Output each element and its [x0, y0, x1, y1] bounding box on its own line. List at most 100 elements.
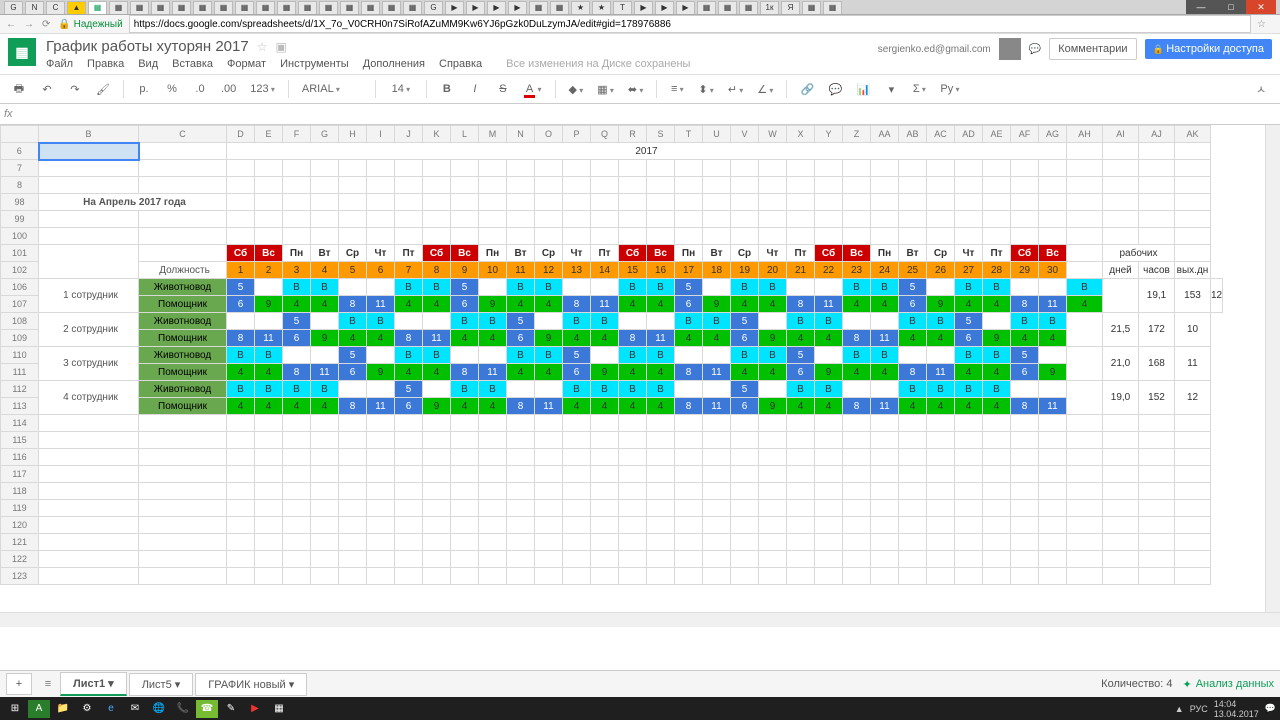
- cell[interactable]: [423, 381, 451, 398]
- cell[interactable]: 11: [367, 296, 395, 313]
- cell[interactable]: 4: [227, 398, 255, 415]
- cell[interactable]: 5: [955, 313, 983, 330]
- cell[interactable]: 12: [1175, 381, 1211, 415]
- cell[interactable]: [479, 228, 507, 245]
- fill-color-button[interactable]: ◆: [565, 81, 588, 98]
- cell[interactable]: [139, 551, 227, 568]
- merge-button[interactable]: ⬌: [624, 81, 647, 98]
- cell[interactable]: [39, 143, 139, 160]
- cell[interactable]: [563, 551, 591, 568]
- cell[interactable]: В: [983, 381, 1011, 398]
- cell[interactable]: [1103, 534, 1139, 551]
- cell[interactable]: [647, 449, 675, 466]
- cell[interactable]: [479, 568, 507, 585]
- cell[interactable]: 6: [899, 296, 927, 313]
- cell[interactable]: В: [955, 381, 983, 398]
- cell[interactable]: В: [339, 313, 367, 330]
- cell[interactable]: В: [507, 279, 535, 296]
- cell[interactable]: [39, 211, 139, 228]
- cell[interactable]: [479, 432, 507, 449]
- cell[interactable]: 4: [955, 364, 983, 381]
- cell[interactable]: [1039, 449, 1067, 466]
- cell[interactable]: [227, 211, 255, 228]
- cell[interactable]: [283, 347, 311, 364]
- cell[interactable]: 5: [395, 381, 423, 398]
- cell[interactable]: [955, 228, 983, 245]
- cell[interactable]: [955, 449, 983, 466]
- sheet-tab[interactable]: Лист5 ▾: [129, 673, 194, 696]
- column-header[interactable]: AI: [1103, 126, 1139, 143]
- sheet-tab[interactable]: Лист1 ▾: [60, 672, 127, 696]
- cell[interactable]: 4: [647, 398, 675, 415]
- cell[interactable]: [1011, 211, 1039, 228]
- cell[interactable]: [1039, 500, 1067, 517]
- cell[interactable]: Пн: [675, 245, 703, 262]
- cell[interactable]: В: [311, 279, 339, 296]
- cell[interactable]: 10: [1175, 313, 1211, 347]
- cell[interactable]: [619, 449, 647, 466]
- cell[interactable]: В: [899, 313, 927, 330]
- text-color-button[interactable]: A: [520, 81, 546, 97]
- cell[interactable]: [423, 500, 451, 517]
- cell[interactable]: [983, 211, 1011, 228]
- borders-button[interactable]: ▦: [593, 81, 618, 98]
- cell[interactable]: 6: [787, 364, 815, 381]
- cell[interactable]: 9: [367, 364, 395, 381]
- cell[interactable]: [535, 517, 563, 534]
- column-header[interactable]: L: [451, 126, 479, 143]
- cell[interactable]: [871, 160, 899, 177]
- cell[interactable]: 153: [1175, 279, 1211, 313]
- cell[interactable]: [843, 568, 871, 585]
- row-header[interactable]: 99: [1, 211, 39, 228]
- cell[interactable]: [787, 534, 815, 551]
- cell[interactable]: [1175, 500, 1211, 517]
- cell[interactable]: [899, 449, 927, 466]
- cell[interactable]: [1011, 160, 1039, 177]
- cell[interactable]: [423, 177, 451, 194]
- cell[interactable]: [843, 194, 871, 211]
- cell[interactable]: Вт: [507, 245, 535, 262]
- cell[interactable]: Вс: [1039, 245, 1067, 262]
- cell[interactable]: [983, 313, 1011, 330]
- cell[interactable]: 4: [983, 296, 1011, 313]
- cell[interactable]: [283, 432, 311, 449]
- cell[interactable]: [1011, 194, 1039, 211]
- cell[interactable]: [535, 415, 563, 432]
- cell[interactable]: В: [367, 313, 395, 330]
- cell[interactable]: [479, 534, 507, 551]
- cell[interactable]: [1011, 483, 1039, 500]
- row-header[interactable]: 7: [1, 160, 39, 177]
- cell[interactable]: [255, 160, 283, 177]
- cell[interactable]: [815, 449, 843, 466]
- row-header[interactable]: 8: [1, 177, 39, 194]
- cell[interactable]: [1011, 517, 1039, 534]
- cell[interactable]: Чт: [563, 245, 591, 262]
- cell[interactable]: [815, 177, 843, 194]
- cell[interactable]: Должность: [139, 262, 227, 279]
- cell[interactable]: В: [395, 279, 423, 296]
- cell[interactable]: 4: [451, 330, 479, 347]
- cell[interactable]: [339, 568, 367, 585]
- cell[interactable]: [451, 449, 479, 466]
- cell[interactable]: 4: [591, 330, 619, 347]
- browser-tab[interactable]: ▲: [67, 1, 86, 14]
- cell[interactable]: [843, 466, 871, 483]
- cell[interactable]: [759, 194, 787, 211]
- cell[interactable]: [339, 483, 367, 500]
- cell[interactable]: [871, 568, 899, 585]
- cell[interactable]: [1067, 466, 1103, 483]
- cell[interactable]: [703, 160, 731, 177]
- cell[interactable]: В: [451, 313, 479, 330]
- cell[interactable]: [423, 160, 451, 177]
- cell[interactable]: 3: [283, 262, 311, 279]
- dec-increase-button[interactable]: .00: [217, 81, 240, 97]
- cell[interactable]: 8: [843, 398, 871, 415]
- cell[interactable]: [675, 534, 703, 551]
- cell[interactable]: [1103, 466, 1139, 483]
- cell[interactable]: В: [983, 347, 1011, 364]
- row-header[interactable]: 112: [1, 381, 39, 398]
- cell[interactable]: [759, 483, 787, 500]
- row-header[interactable]: 122: [1, 551, 39, 568]
- cell[interactable]: Помощник: [139, 398, 227, 415]
- cell[interactable]: 6: [367, 262, 395, 279]
